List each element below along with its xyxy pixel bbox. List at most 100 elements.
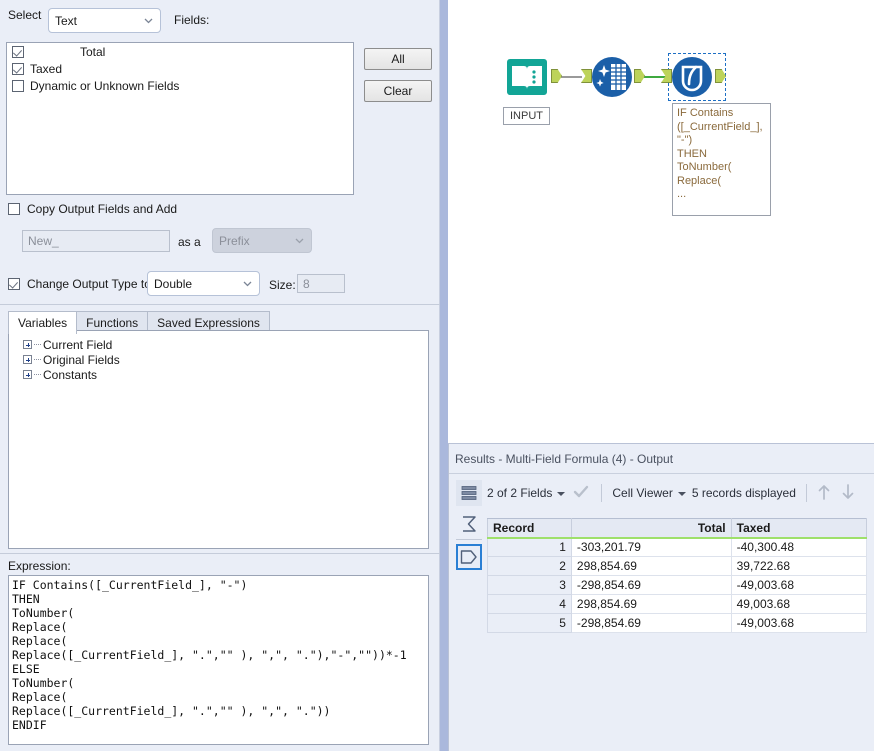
tool-annotation: IF Contains ([_CurrentField_], "-") THEN… bbox=[672, 103, 771, 216]
cell-taxed[interactable]: 49,003.68 bbox=[730, 594, 868, 614]
cell-viewer-label: Cell Viewer bbox=[612, 486, 673, 500]
expand-plus-icon[interactable] bbox=[23, 355, 32, 364]
summary-sigma-icon[interactable] bbox=[456, 511, 482, 537]
table-view-icon[interactable] bbox=[456, 480, 482, 506]
cell-record: 1 bbox=[487, 537, 572, 557]
chevron-down-icon bbox=[295, 236, 304, 245]
select-all-button[interactable]: All bbox=[364, 48, 432, 70]
select-tool[interactable] bbox=[591, 56, 633, 98]
cell-record: 5 bbox=[487, 613, 572, 633]
expand-plus-icon[interactable] bbox=[23, 340, 32, 349]
column-header-taxed[interactable]: Taxed bbox=[730, 518, 868, 539]
multi-field-formula-tool[interactable] bbox=[671, 56, 713, 98]
tree-node-original-fields[interactable]: Original Fields bbox=[9, 352, 428, 367]
chevron-down-icon bbox=[677, 486, 686, 500]
expand-plus-icon[interactable] bbox=[23, 370, 32, 379]
app-root: Select Text Fields: Total Taxed Dynamic … bbox=[0, 0, 874, 751]
fields-selector-dropdown[interactable]: 2 of 2 Fields bbox=[487, 486, 566, 500]
chevron-down-icon bbox=[557, 486, 566, 500]
field-row-total[interactable]: Total bbox=[7, 43, 353, 60]
cell-total[interactable]: -298,854.69 bbox=[570, 613, 732, 633]
tree-label-constants: Constants bbox=[43, 367, 98, 382]
field-checkbox-total[interactable] bbox=[12, 45, 24, 58]
copy-output-fields-row[interactable]: Copy Output Fields and Add bbox=[8, 202, 177, 216]
cell-record: 4 bbox=[487, 594, 572, 614]
tree-connector bbox=[34, 358, 41, 361]
checkmark-icon[interactable] bbox=[573, 485, 589, 502]
results-panel: Results - Multi-Field Formula (4) - Outp… bbox=[448, 443, 874, 751]
table-row[interactable]: 3 -298,854.69 -49,003.68 bbox=[487, 575, 868, 595]
cell-record: 2 bbox=[487, 556, 572, 576]
results-toolbar: 2 of 2 Fields Cell Viewer 5 records disp… bbox=[487, 477, 855, 509]
results-icon-strip bbox=[451, 475, 485, 595]
tree-node-constants[interactable]: Constants bbox=[9, 367, 428, 382]
field-label-dynamic: Dynamic or Unknown Fields bbox=[30, 78, 180, 93]
section-divider bbox=[0, 304, 440, 305]
output-type-dropdown[interactable]: Double bbox=[147, 271, 260, 296]
fields-list[interactable]: Total Taxed Dynamic or Unknown Fields bbox=[6, 42, 354, 195]
tree-node-current-field[interactable]: Current Field bbox=[9, 337, 428, 352]
column-header-total[interactable]: Total bbox=[570, 518, 732, 539]
size-value: 8 bbox=[303, 276, 310, 291]
table-row[interactable]: 4 298,854.69 49,003.68 bbox=[487, 594, 868, 614]
column-header-record[interactable]: Record bbox=[487, 518, 572, 539]
field-row-dynamic[interactable]: Dynamic or Unknown Fields bbox=[7, 77, 353, 94]
table-row[interactable]: 5 -298,854.69 -49,003.68 bbox=[487, 613, 868, 633]
change-output-type-checkbox[interactable] bbox=[8, 278, 20, 290]
output-type-value: Double bbox=[154, 276, 193, 291]
input-tool-label: INPUT bbox=[503, 107, 550, 125]
tree-connector bbox=[34, 343, 41, 346]
cell-taxed[interactable]: -40,300.48 bbox=[730, 537, 868, 557]
select-type-value: Text bbox=[55, 13, 78, 28]
cell-taxed[interactable]: -49,003.68 bbox=[730, 613, 868, 633]
browse-output-icon[interactable] bbox=[456, 544, 482, 570]
table-row[interactable]: 2 298,854.69 39,722.68 bbox=[487, 556, 868, 576]
select-type-dropdown[interactable]: Text bbox=[48, 8, 161, 33]
tree-label-current-field: Current Field bbox=[43, 337, 113, 352]
tab-variables[interactable]: Variables bbox=[8, 311, 78, 334]
new-field-name-input[interactable]: New_ bbox=[22, 230, 170, 252]
results-title-divider bbox=[449, 473, 874, 474]
input-data-tool[interactable] bbox=[505, 55, 549, 99]
prefix-suffix-dropdown[interactable]: Prefix bbox=[212, 228, 312, 253]
section-divider bbox=[0, 553, 440, 554]
cell-total[interactable]: 298,854.69 bbox=[570, 556, 732, 576]
field-row-taxed[interactable]: Taxed bbox=[7, 60, 353, 77]
size-input[interactable]: 8 bbox=[297, 274, 345, 293]
input-output-anchor[interactable] bbox=[551, 69, 562, 83]
table-header-row: Record Total Taxed bbox=[487, 518, 868, 539]
field-checkbox-dynamic[interactable] bbox=[12, 79, 24, 92]
scroll-down-icon[interactable] bbox=[841, 483, 855, 504]
fields-label: Fields: bbox=[174, 13, 210, 27]
cell-total[interactable]: -303,201.79 bbox=[570, 537, 732, 557]
tree-label-original-fields: Original Fields bbox=[43, 352, 120, 367]
cell-taxed[interactable]: -49,003.68 bbox=[730, 575, 868, 595]
variables-tree[interactable]: Current Field Original Fields Constants bbox=[8, 330, 429, 549]
results-panel-title: Results - Multi-Field Formula (4) - Outp… bbox=[455, 452, 674, 466]
cell-taxed[interactable]: 39,722.68 bbox=[730, 556, 868, 576]
results-table[interactable]: Record Total Taxed 1 -303,201.79 -40,300… bbox=[487, 518, 868, 633]
select-output-anchor[interactable] bbox=[634, 69, 645, 83]
expression-text[interactable]: IF Contains([_CurrentField_], "-") THEN … bbox=[9, 576, 428, 732]
cell-viewer-dropdown[interactable]: Cell Viewer bbox=[612, 486, 686, 500]
cell-total[interactable]: -298,854.69 bbox=[570, 575, 732, 595]
copy-output-fields-checkbox[interactable] bbox=[8, 203, 20, 215]
as-a-label: as a bbox=[178, 235, 201, 249]
vertical-splitter[interactable] bbox=[440, 0, 448, 751]
change-output-type-label: Change Output Type to bbox=[27, 277, 151, 291]
change-output-type-row[interactable]: Change Output Type to bbox=[8, 277, 151, 291]
expression-editor[interactable]: IF Contains([_CurrentField_], "-") THEN … bbox=[8, 575, 429, 745]
select-type-row: Select bbox=[8, 8, 49, 22]
cell-total[interactable]: 298,854.69 bbox=[570, 594, 732, 614]
field-checkbox-taxed[interactable] bbox=[12, 62, 24, 75]
new-field-name-placeholder: New_ bbox=[28, 234, 59, 248]
table-row[interactable]: 1 -303,201.79 -40,300.48 bbox=[487, 537, 868, 557]
scroll-up-icon[interactable] bbox=[817, 483, 831, 504]
workflow-canvas[interactable]: INPUT IF Contains ([_CurrentField_], "-"… bbox=[448, 0, 874, 443]
select-label: Select bbox=[8, 8, 42, 22]
copy-output-fields-label: Copy Output Fields and Add bbox=[27, 202, 178, 216]
size-label: Size: bbox=[269, 278, 296, 292]
cell-record: 3 bbox=[487, 575, 572, 595]
clear-selection-button[interactable]: Clear bbox=[364, 80, 432, 102]
field-label-total: Total bbox=[80, 44, 106, 59]
